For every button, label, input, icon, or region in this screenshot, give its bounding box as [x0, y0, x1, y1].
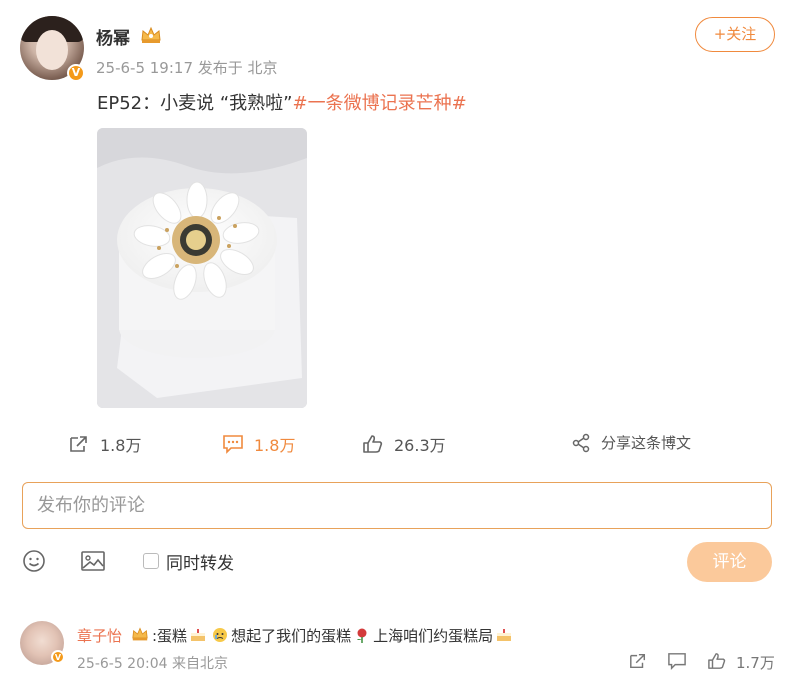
sync-repost-label[interactable]: 同时转发 [166, 549, 234, 574]
sync-repost-checkbox[interactable] [143, 553, 159, 569]
reply-like-count: 1.7万 [736, 654, 775, 672]
avatar-face [36, 30, 68, 70]
comment-count: 1.8万 [254, 436, 296, 455]
cake-emoji-icon [497, 629, 512, 641]
follow-button[interactable]: +关注 [695, 17, 775, 52]
reply-verified-badge-icon: V [51, 650, 65, 664]
reply-share-icon[interactable] [628, 652, 648, 670]
image-upload-icon[interactable] [80, 549, 106, 573]
crying-emoji-icon [213, 628, 228, 642]
post-image[interactable] [97, 128, 307, 408]
share-post-label: 分享这条博文 [601, 434, 692, 452]
author-name[interactable]: 杨幂 [96, 24, 130, 49]
post-text-body: EP52：小麦说 “我熟啦” [97, 93, 293, 114]
repost-action[interactable]: 1.8万 [68, 432, 141, 456]
emoji-icon[interactable] [22, 549, 46, 573]
crown-icon [141, 26, 161, 43]
post-text: EP52：小麦说 “我熟啦”#一条微博记录芒种# [97, 89, 467, 115]
reply-text-part-2: 想起了我们的蛋糕 [231, 627, 352, 645]
repost-count: 1.8万 [100, 436, 142, 455]
hashtag-link[interactable]: #一条微博记录芒种# [293, 93, 467, 114]
cake-emoji-icon [191, 629, 206, 641]
reply-comment-icon[interactable] [667, 652, 687, 670]
like-count: 26.3万 [394, 436, 446, 455]
thumbs-up-icon [363, 435, 383, 453]
submit-comment-button[interactable]: 评论 [687, 542, 772, 582]
rose-emoji-icon [357, 628, 367, 643]
reply-text: :蛋糕 想起了我们的蛋糕 上海咱们约蛋糕局 [152, 625, 515, 646]
share-icon [70, 436, 87, 452]
reply-like-icon[interactable] [707, 652, 727, 670]
like-action[interactable]: 26.3万 [362, 432, 446, 456]
post-meta: 25-6-5 19:17 发布于 北京 [96, 59, 278, 77]
crown-icon [132, 627, 148, 641]
comment-action[interactable]: 1.8万 [222, 432, 295, 456]
reply-author-name[interactable]: 章子怡 [77, 625, 122, 646]
comment-icon [223, 435, 243, 454]
network-share-icon [572, 433, 590, 452]
comment-input[interactable]: 发布你的评论 [22, 482, 772, 529]
share-post-action[interactable]: 分享这条博文 [571, 432, 691, 453]
verified-badge-icon: V [67, 64, 85, 82]
cake-photo-icon [97, 128, 307, 408]
reply-text-part-3: 上海咱们约蛋糕局 [373, 627, 494, 645]
reply-meta: 25-6-5 20:04 来自北京 [77, 656, 228, 672]
reply-text-part-1: :蛋糕 [152, 627, 188, 645]
